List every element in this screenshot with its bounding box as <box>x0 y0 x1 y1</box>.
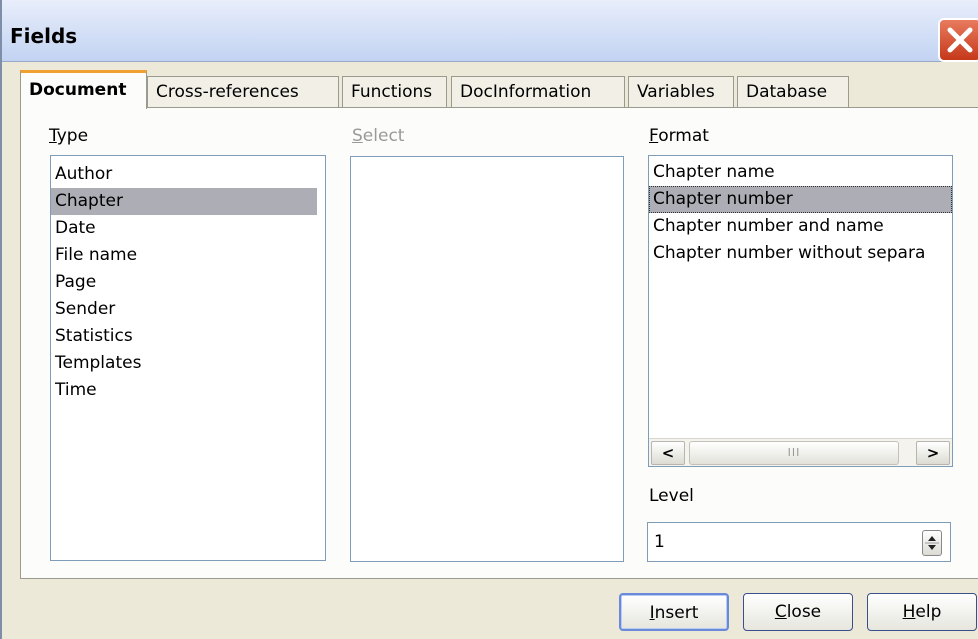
list-item[interactable]: Page <box>51 269 317 296</box>
level-value: 1 <box>654 532 665 552</box>
type-label: Type <box>49 126 89 146</box>
scroll-left-button[interactable]: < <box>651 441 685 465</box>
tab-variables[interactable]: Variables <box>628 76 734 108</box>
list-item[interactable]: Time <box>51 377 317 404</box>
insert-button[interactable]: Insert <box>619 593 729 631</box>
list-item[interactable]: Chapter number <box>649 186 952 213</box>
select-label: Select <box>352 126 405 146</box>
spin-arrows-icon <box>925 536 939 550</box>
level-spinbox[interactable]: 1 <box>647 522 951 562</box>
list-item[interactable]: Chapter <box>51 188 317 215</box>
thumb-grip-icon: III <box>787 446 801 459</box>
list-item[interactable]: Templates <box>51 350 317 377</box>
type-listbox[interactable]: Author Chapter Date File name Page Sender Stat… <box>50 155 326 561</box>
level-spin-buttons[interactable] <box>922 530 942 556</box>
tab-docinformation[interactable]: DocInformation <box>451 76 625 108</box>
document-tab-panel: Type Author Chapter Date File name Page Sende… <box>20 107 978 579</box>
list-item[interactable]: Statistics <box>51 323 317 350</box>
list-item[interactable]: Sender <box>51 296 317 323</box>
chevron-left-icon: < <box>661 444 675 462</box>
tab-database[interactable]: Database <box>737 76 849 108</box>
close-window-button[interactable] <box>938 18 978 62</box>
list-item[interactable]: Chapter name <box>649 159 952 186</box>
level-label: Level <box>649 486 694 506</box>
close-button[interactable]: Close <box>743 593 853 631</box>
chevron-right-icon: > <box>926 444 940 462</box>
format-listbox[interactable]: Chapter name Chapter number Chapter number… <box>648 155 953 467</box>
help-button[interactable]: Help <box>867 593 977 631</box>
list-item[interactable]: Chapter number and name <box>649 213 952 240</box>
scroll-right-button[interactable]: > <box>916 441 950 465</box>
tab-cross-references[interactable]: Cross-references <box>147 76 339 108</box>
close-x-icon <box>947 27 973 53</box>
dialog-title: Fields <box>10 24 78 48</box>
title-bar: Fields <box>2 0 978 62</box>
select-listbox[interactable] <box>350 156 624 562</box>
fields-dialog: Fields Document Cross-references Functio… <box>0 0 978 639</box>
list-item[interactable]: Chapter number without separa <box>649 240 952 267</box>
format-label: Format <box>649 126 709 146</box>
format-horizontal-scrollbar[interactable]: < III > <box>649 438 952 466</box>
list-item[interactable]: File name <box>51 242 317 269</box>
tab-document[interactable]: Document <box>20 70 147 109</box>
tab-functions[interactable]: Functions <box>342 76 447 108</box>
list-item[interactable]: Date <box>51 215 317 242</box>
list-item[interactable]: Author <box>51 161 317 188</box>
scrollbar-thumb[interactable]: III <box>689 441 899 465</box>
